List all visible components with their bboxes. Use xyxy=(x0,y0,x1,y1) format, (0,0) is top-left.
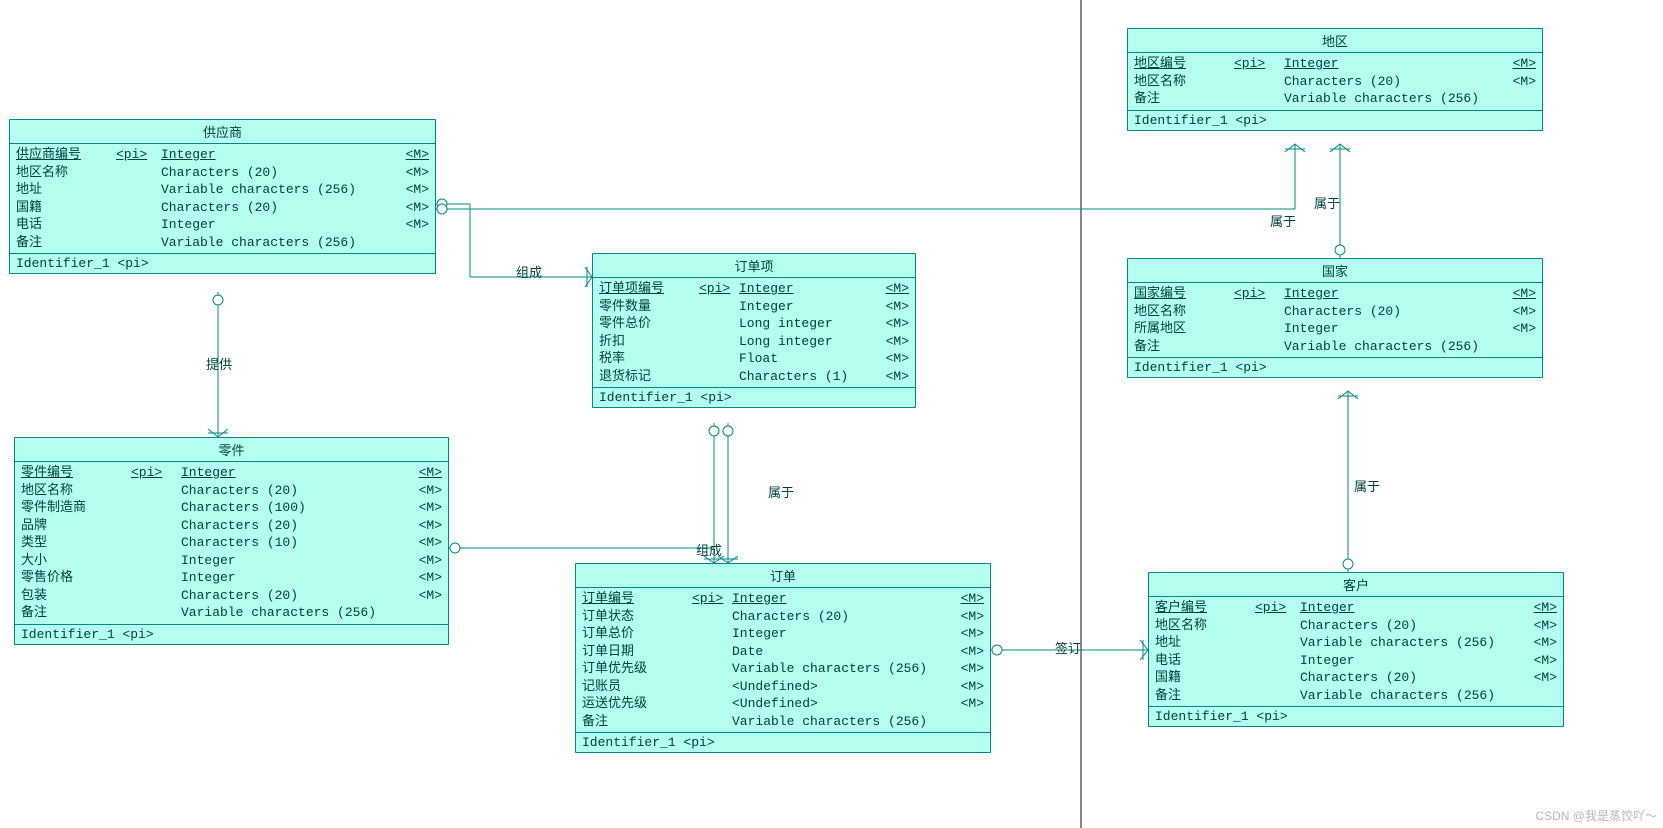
attr-row: 地址Variable characters (256)<M> xyxy=(1155,634,1557,652)
entity-title: 零件 xyxy=(15,438,448,462)
entity-attrs: 零件编号<pi>Integer<M>地区名称Characters (20)<M>… xyxy=(15,462,448,625)
entity-region[interactable]: 地区地区编号<pi>Integer<M>地区名称Characters (20)<… xyxy=(1127,28,1543,131)
attr-row: 订单编号<pi>Integer<M> xyxy=(582,590,984,608)
attr-row: 品牌Characters (20)<M> xyxy=(21,517,442,535)
attr-row: 退货标记Characters (1)<M> xyxy=(599,368,909,386)
attr-row: 订单优先级Variable characters (256)<M> xyxy=(582,660,984,678)
entity-attrs: 订单编号<pi>Integer<M>订单状态Characters (20)<M>… xyxy=(576,588,990,733)
rel-label-sign: 签订 xyxy=(1055,638,1081,657)
entity-order[interactable]: 订单订单编号<pi>Integer<M>订单状态Characters (20)<… xyxy=(575,563,991,753)
entity-title: 订单项 xyxy=(593,254,915,278)
attr-row: 国籍Characters (20)<M> xyxy=(1155,669,1557,687)
attr-row: 地区名称Characters (20)<M> xyxy=(21,482,442,500)
entity-title: 地区 xyxy=(1128,29,1542,53)
entity-attrs: 客户编号<pi>Integer<M>地区名称Characters (20)<M>… xyxy=(1149,597,1563,707)
attr-row: 电话Integer<M> xyxy=(1155,652,1557,670)
diagram-canvas: 提供 组成 组成 属于 属于 属于 属于 签订 供应商供应商编号<pi>Inte… xyxy=(0,0,1663,828)
attr-row: 订单日期Date<M> xyxy=(582,643,984,661)
attr-row: 地区名称Characters (20)<M> xyxy=(16,164,429,182)
attr-row: 国籍Characters (20)<M> xyxy=(16,199,429,217)
entity-identifier: Identifier_1 <pi> xyxy=(1128,111,1542,130)
entity-supplier[interactable]: 供应商供应商编号<pi>Integer<M>地区名称Characters (20… xyxy=(9,119,436,274)
entity-attrs: 国家编号<pi>Integer<M>地区名称Characters (20)<M>… xyxy=(1128,283,1542,358)
entity-identifier: Identifier_1 <pi> xyxy=(593,388,915,407)
attr-row: 地区名称Characters (20)<M> xyxy=(1155,617,1557,635)
rel-label-provide: 提供 xyxy=(206,354,232,373)
attr-row: 零件数量Integer<M> xyxy=(599,298,909,316)
rel-label-belong2: 属于 xyxy=(1314,193,1340,212)
attr-row: 类型Characters (10)<M> xyxy=(21,534,442,552)
entity-title: 国家 xyxy=(1128,259,1542,283)
attr-row: 零件总价Long integer<M> xyxy=(599,315,909,333)
attr-row: 地区名称Characters (20)<M> xyxy=(1134,73,1536,91)
attr-row: 订单项编号<pi>Integer<M> xyxy=(599,280,909,298)
watermark: CSDN @我是蒸饺吖～ xyxy=(1535,807,1657,824)
entity-orderitem[interactable]: 订单项订单项编号<pi>Integer<M>零件数量Integer<M>零件总价… xyxy=(592,253,916,408)
attr-row: 国家编号<pi>Integer<M> xyxy=(1134,285,1536,303)
rel-label-compose1: 组成 xyxy=(516,262,542,281)
attr-row: 折扣Long integer<M> xyxy=(599,333,909,351)
attr-row: 备注Variable characters (256) xyxy=(1155,687,1557,705)
attr-row: 零售价格Integer<M> xyxy=(21,569,442,587)
attr-row: 零件编号<pi>Integer<M> xyxy=(21,464,442,482)
attr-row: 零件制造商Characters (100)<M> xyxy=(21,499,442,517)
entity-attrs: 供应商编号<pi>Integer<M>地区名称Characters (20)<M… xyxy=(10,144,435,254)
attr-row: 订单状态Characters (20)<M> xyxy=(582,608,984,626)
attr-row: 电话Integer<M> xyxy=(16,216,429,234)
entity-attrs: 地区编号<pi>Integer<M>地区名称Characters (20)<M>… xyxy=(1128,53,1542,111)
attr-row: 备注Variable characters (256) xyxy=(21,604,442,622)
attr-row: 记账员<Undefined><M> xyxy=(582,678,984,696)
attr-row: 备注Variable characters (256) xyxy=(1134,90,1536,108)
rel-label-belong3: 属于 xyxy=(1354,476,1380,495)
entity-attrs: 订单项编号<pi>Integer<M>零件数量Integer<M>零件总价Lon… xyxy=(593,278,915,388)
entity-title: 客户 xyxy=(1149,573,1563,597)
attr-row: 地址Variable characters (256)<M> xyxy=(16,181,429,199)
entity-identifier: Identifier_1 <pi> xyxy=(10,254,435,273)
attr-row: 运送优先级<Undefined><M> xyxy=(582,695,984,713)
rel-label-belong1: 属于 xyxy=(768,482,794,501)
entity-part[interactable]: 零件零件编号<pi>Integer<M>地区名称Characters (20)<… xyxy=(14,437,449,645)
attr-row: 供应商编号<pi>Integer<M> xyxy=(16,146,429,164)
rel-label-belong-supplier-region: 属于 xyxy=(1270,211,1296,230)
entity-title: 订单 xyxy=(576,564,990,588)
attr-row: 备注Variable characters (256) xyxy=(16,234,429,252)
attr-row: 地区编号<pi>Integer<M> xyxy=(1134,55,1536,73)
entity-identifier: Identifier_1 <pi> xyxy=(1128,358,1542,377)
entity-identifier: Identifier_1 <pi> xyxy=(15,625,448,644)
attr-row: 税率Float<M> xyxy=(599,350,909,368)
attr-row: 所属地区Integer<M> xyxy=(1134,320,1536,338)
entity-title: 供应商 xyxy=(10,120,435,144)
attr-row: 包装Characters (20)<M> xyxy=(21,587,442,605)
rel-label-compose2: 组成 xyxy=(696,540,722,559)
entity-identifier: Identifier_1 <pi> xyxy=(1149,707,1563,726)
entity-country[interactable]: 国家国家编号<pi>Integer<M>地区名称Characters (20)<… xyxy=(1127,258,1543,378)
attr-row: 客户编号<pi>Integer<M> xyxy=(1155,599,1557,617)
entity-identifier: Identifier_1 <pi> xyxy=(576,733,990,752)
attr-row: 订单总价Integer<M> xyxy=(582,625,984,643)
entity-customer[interactable]: 客户客户编号<pi>Integer<M>地区名称Characters (20)<… xyxy=(1148,572,1564,727)
attr-row: 地区名称Characters (20)<M> xyxy=(1134,303,1536,321)
attr-row: 大小Integer<M> xyxy=(21,552,442,570)
attr-row: 备注Variable characters (256) xyxy=(582,713,984,731)
attr-row: 备注Variable characters (256) xyxy=(1134,338,1536,356)
vertical-divider xyxy=(1080,0,1082,828)
